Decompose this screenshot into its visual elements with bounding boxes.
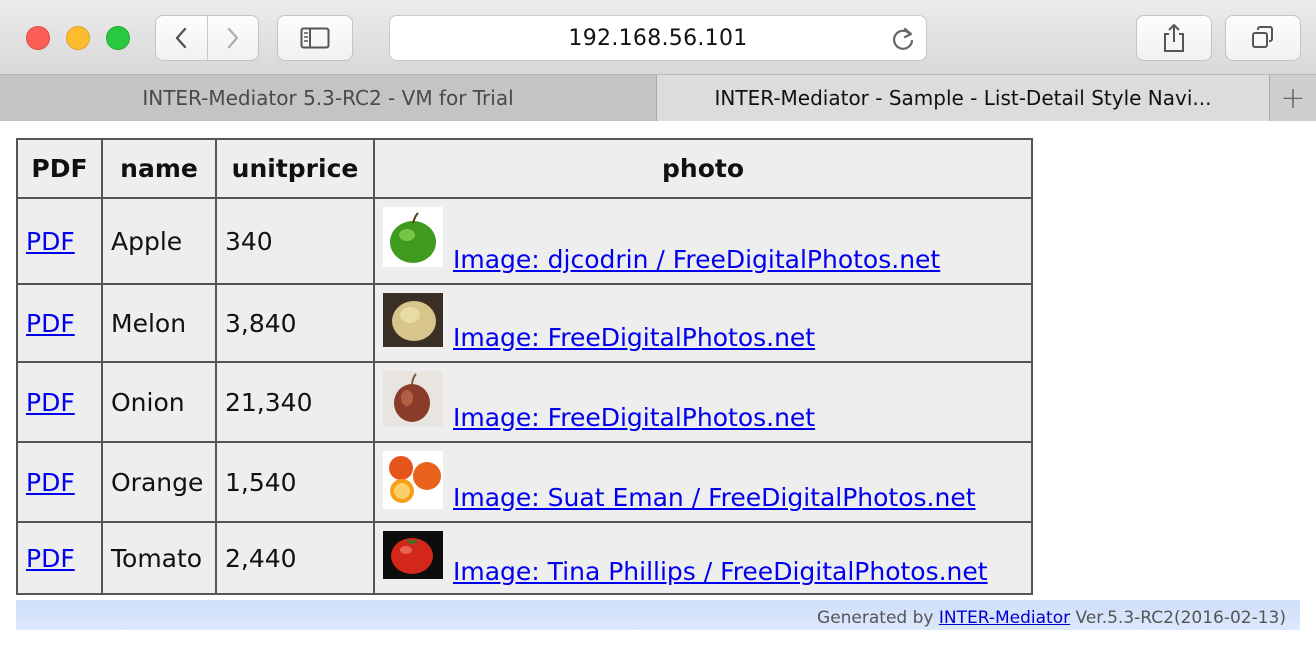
- photo-credit-link[interactable]: Image: Suat Eman / FreeDigitalPhotos.net: [453, 483, 976, 512]
- tab-label: INTER-Mediator - Sample - List-Detail St…: [714, 86, 1212, 110]
- melon-photo-icon: [383, 293, 443, 347]
- forward-button[interactable]: [206, 16, 258, 60]
- footer-prefix: Generated by: [817, 608, 934, 628]
- table-row: PDF Apple 340 Image: djcodrin / FreeDigi…: [16, 197, 1033, 285]
- photo-credit-link[interactable]: Image: djcodrin / FreeDigitalPhotos.net: [453, 245, 940, 274]
- inter-mediator-link[interactable]: INTER-Mediator: [939, 608, 1070, 628]
- show-tabs-button[interactable]: [1225, 15, 1301, 61]
- address-bar[interactable]: 192.168.56.101: [389, 15, 927, 61]
- pdf-link[interactable]: PDF: [26, 309, 75, 338]
- table-header-row: PDF name unitprice photo: [16, 138, 1033, 199]
- table-row: PDF Melon 3,840 Image: FreeDigitalPhotos…: [16, 283, 1033, 363]
- table-row: PDF Orange 1,540 Image: Suat Eman / Free…: [16, 441, 1033, 523]
- name-cell: Tomato: [101, 521, 217, 595]
- plus-icon: +: [1280, 80, 1306, 116]
- onion-photo-icon: [383, 371, 443, 427]
- pdf-cell: PDF: [16, 441, 103, 523]
- navigation-buttons: [155, 15, 259, 61]
- back-button[interactable]: [156, 16, 207, 60]
- pdf-cell: PDF: [16, 283, 103, 363]
- pdf-cell: PDF: [16, 521, 103, 595]
- name-cell: Orange: [101, 441, 217, 523]
- unitprice-cell: 2,440: [215, 521, 375, 595]
- column-header-unitprice: unitprice: [215, 138, 375, 199]
- photo-credit-link[interactable]: Image: Tina Phillips / FreeDigitalPhotos…: [453, 557, 988, 586]
- pdf-cell: PDF: [16, 197, 103, 285]
- browser-toolbar: 192.168.56.101: [0, 0, 1316, 75]
- unitprice-cell: 1,540: [215, 441, 375, 523]
- share-button[interactable]: [1136, 15, 1212, 61]
- sidebar-toggle-button[interactable]: [277, 15, 353, 61]
- column-header-name: name: [101, 138, 217, 199]
- generated-by-footer: Generated by INTER-Mediator Ver.5.3-RC2(…: [16, 600, 1300, 630]
- tomato-photo-icon: [383, 531, 443, 579]
- pdf-cell: PDF: [16, 361, 103, 443]
- page-content: PDF name unitprice photo PDF Apple 340 I…: [0, 122, 1316, 664]
- pdf-link[interactable]: PDF: [26, 468, 75, 497]
- photo-cell: Image: FreeDigitalPhotos.net: [373, 283, 1033, 363]
- share-icon: [1164, 24, 1184, 52]
- apple-photo-icon: [383, 207, 443, 267]
- pdf-link[interactable]: PDF: [26, 388, 75, 417]
- orange-photo-icon: [383, 451, 443, 509]
- window-close-button[interactable]: [26, 26, 50, 50]
- chevron-left-icon: [176, 27, 187, 49]
- column-header-pdf: PDF: [16, 138, 103, 199]
- pdf-link[interactable]: PDF: [26, 544, 75, 573]
- name-cell: Apple: [101, 197, 217, 285]
- photo-cell: Image: djcodrin / FreeDigitalPhotos.net: [373, 197, 1033, 285]
- tabs-overview-icon: [1252, 26, 1273, 48]
- sidebar-icon: [300, 27, 330, 49]
- unitprice-cell: 3,840: [215, 283, 375, 363]
- new-tab-button[interactable]: +: [1269, 75, 1316, 121]
- photo-credit-link[interactable]: Image: FreeDigitalPhotos.net: [453, 323, 815, 352]
- table-row: PDF Tomato 2,440 Image: Tina Phillips / …: [16, 521, 1033, 595]
- photo-cell: Image: FreeDigitalPhotos.net: [373, 361, 1033, 443]
- photo-credit-link[interactable]: Image: FreeDigitalPhotos.net: [453, 403, 815, 432]
- footer-version: Ver.5.3-RC2(2016-02-13): [1075, 608, 1286, 628]
- unitprice-cell: 340: [215, 197, 375, 285]
- tab-label: INTER-Mediator 5.3-RC2 - VM for Trial: [142, 86, 514, 110]
- address-text: 192.168.56.101: [568, 25, 748, 51]
- name-cell: Melon: [101, 283, 217, 363]
- window-minimize-button[interactable]: [66, 26, 90, 50]
- product-table: PDF name unitprice photo PDF Apple 340 I…: [16, 138, 1033, 595]
- column-header-photo: photo: [373, 138, 1033, 199]
- unitprice-cell: 21,340: [215, 361, 375, 443]
- photo-cell: Image: Suat Eman / FreeDigitalPhotos.net: [373, 441, 1033, 523]
- tab-inter-mediator-vm[interactable]: INTER-Mediator 5.3-RC2 - VM for Trial: [0, 75, 657, 121]
- chevron-right-icon: [227, 27, 239, 49]
- photo-cell: Image: Tina Phillips / FreeDigitalPhotos…: [373, 521, 1033, 595]
- reload-icon[interactable]: [890, 26, 916, 52]
- table-row: PDF Onion 21,340 Image: FreeDigitalPhoto…: [16, 361, 1033, 443]
- pdf-link[interactable]: PDF: [26, 227, 75, 256]
- window-maximize-button[interactable]: [106, 26, 130, 50]
- name-cell: Onion: [101, 361, 217, 443]
- tab-bar: INTER-Mediator 5.3-RC2 - VM for Trial IN…: [0, 75, 1316, 121]
- tab-sample-list-detail[interactable]: INTER-Mediator - Sample - List-Detail St…: [657, 75, 1269, 121]
